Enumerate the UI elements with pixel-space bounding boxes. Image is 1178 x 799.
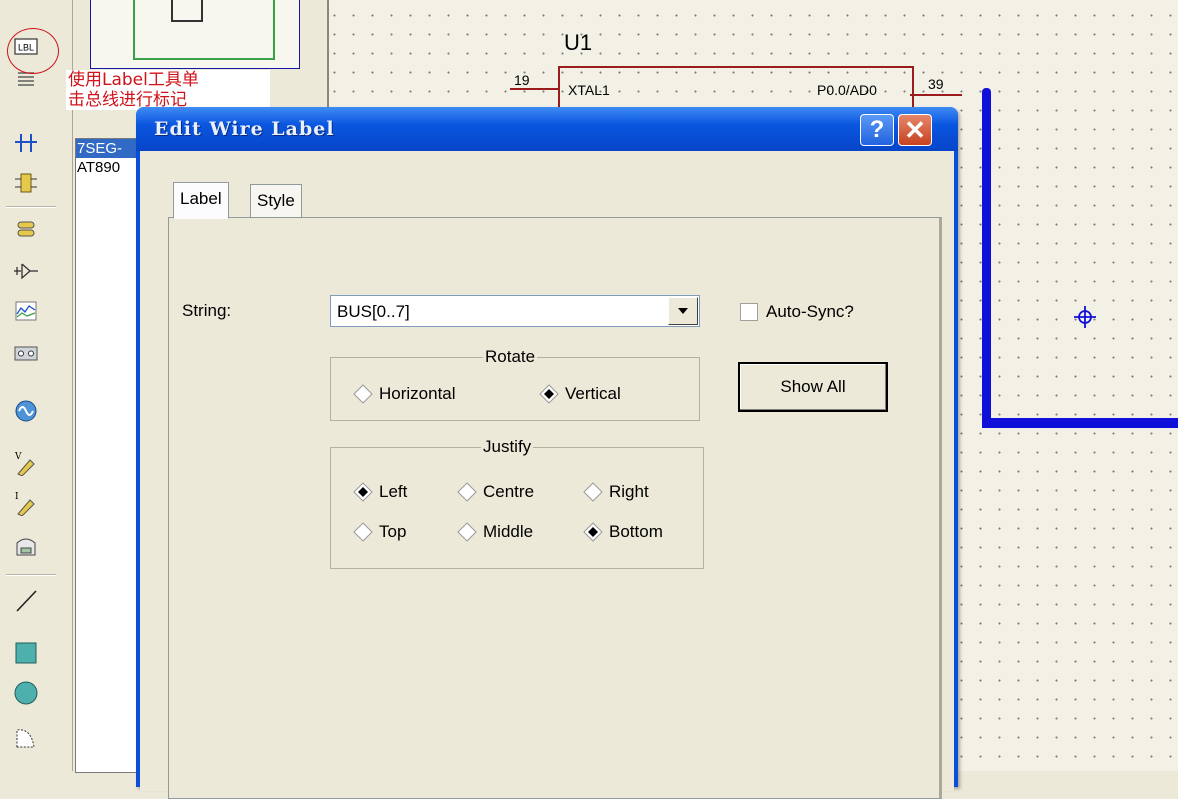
voltage-probe-tool-button[interactable]: V (11, 450, 41, 476)
annotation-note: 使用Label工具单 击总线进行标记 (66, 70, 270, 110)
graph-icon (15, 301, 37, 321)
radio-bottom[interactable]: Bottom (583, 522, 663, 542)
box-icon (15, 642, 37, 664)
edit-wire-label-dialog: Edit Wire Label ? ✕ Label Style String: … (136, 107, 958, 799)
svg-text:I: I (15, 492, 19, 502)
preview-part (171, 0, 203, 22)
radio-diamond-selected-icon (539, 384, 559, 404)
radio-right[interactable]: Right (583, 482, 649, 502)
radio-label: Vertical (565, 384, 621, 403)
show-all-button[interactable]: Show All (738, 362, 888, 412)
string-input[interactable] (335, 300, 659, 324)
pin-number-left: 19 (514, 72, 530, 88)
pin-wire-right (910, 94, 962, 96)
virtual-instrument-tool-button[interactable] (11, 534, 41, 560)
dialog-title: Edit Wire Label (154, 118, 335, 140)
voltage-probe-icon: V (14, 452, 35, 476)
virtual-instrument-icon (16, 538, 36, 556)
pin-tool-button[interactable] (11, 258, 41, 284)
radio-label: Centre (483, 482, 535, 501)
bus-wire-vertical[interactable] (982, 88, 991, 428)
graph-tool-button[interactable] (11, 298, 41, 324)
radio-diamond-icon (457, 482, 477, 502)
generator-tool-button[interactable] (11, 398, 41, 424)
radio-diamond-selected-icon (353, 482, 373, 502)
crosshair-cursor-icon (1074, 306, 1096, 328)
radio-horizontal[interactable]: Horizontal (353, 384, 456, 404)
current-probe-tool-button[interactable]: I (11, 490, 41, 516)
radio-left[interactable]: Left (353, 482, 407, 502)
pin-wire-left (510, 88, 558, 90)
subcircuit-tool-button[interactable] (11, 170, 41, 196)
terminal-icon (17, 221, 35, 237)
radio-diamond-icon (353, 384, 373, 404)
tool-toolbar: LBL V I (0, 0, 73, 771)
tab-label[interactable]: Label (173, 182, 229, 219)
justify-title: Justify (481, 437, 534, 457)
radio-label: Top (379, 522, 407, 541)
arc-tool-button[interactable] (11, 724, 41, 750)
preview-outline (133, 0, 275, 60)
terminal-tool-button[interactable] (11, 216, 41, 242)
string-combobox[interactable] (330, 295, 700, 327)
string-label: String: (182, 301, 232, 320)
help-button[interactable]: ? (860, 114, 894, 146)
radio-vertical[interactable]: Vertical (539, 384, 621, 404)
component-preview (90, 0, 300, 69)
justify-group: Justify Left Centre Right Top Middle Bot… (330, 437, 704, 569)
dialog-titlebar[interactable]: Edit Wire Label ? ✕ (136, 107, 958, 151)
radio-label: Horizontal (379, 384, 456, 403)
svg-text:V: V (14, 452, 22, 462)
annotation-line: 使用Label工具单 (68, 70, 199, 90)
tape-recorder-icon (14, 346, 38, 361)
autosync-checkbox[interactable]: Auto-Sync? (740, 302, 854, 322)
chevron-down-icon (678, 308, 688, 314)
dialog-client: Label Style String: Auto-Sync? Show All … (140, 151, 954, 799)
radio-top[interactable]: Top (353, 522, 406, 542)
device-pin-icon (14, 263, 38, 280)
radio-label: Left (379, 482, 408, 501)
radio-label: Bottom (609, 522, 663, 541)
rotate-group: Rotate Horizontal Vertical (330, 347, 700, 421)
toolbar-separator (6, 574, 56, 576)
arc-icon (16, 729, 35, 748)
current-probe-icon: I (15, 492, 35, 516)
bus-icon (15, 134, 37, 152)
pin-name-right: P0.0/AD0 (817, 82, 877, 98)
circle-tool-button[interactable] (11, 680, 41, 706)
pin-name-left: XTAL1 (568, 82, 610, 98)
radio-label: Right (609, 482, 649, 501)
checkbox-box[interactable] (740, 303, 758, 321)
radio-diamond-icon (353, 522, 373, 542)
annotation-highlight-circle (7, 28, 59, 74)
pin-number-right: 39 (928, 76, 944, 92)
close-button[interactable]: ✕ (898, 114, 932, 146)
generator-icon (15, 400, 37, 422)
radio-diamond-selected-icon (583, 522, 603, 542)
chip-reference: U1 (564, 30, 593, 55)
tab-style[interactable]: Style (250, 184, 302, 217)
subcircuit-icon (15, 173, 37, 193)
toolbar-separator (6, 206, 56, 208)
circle-icon (14, 681, 38, 705)
bus-wire-horizontal[interactable] (982, 418, 1178, 428)
radio-centre[interactable]: Centre (457, 482, 534, 502)
combo-dropdown-button[interactable] (668, 297, 698, 325)
line-tool-button[interactable] (11, 588, 41, 614)
box-tool-button[interactable] (11, 640, 41, 666)
radio-diamond-icon (583, 482, 603, 502)
bus-tool-button[interactable] (11, 130, 41, 156)
tape-tool-button[interactable] (11, 340, 41, 366)
line-icon (16, 590, 37, 612)
radio-diamond-icon (457, 522, 477, 542)
radio-middle[interactable]: Middle (457, 522, 533, 542)
rotate-title: Rotate (483, 347, 538, 367)
radio-label: Middle (483, 522, 534, 541)
autosync-label: Auto-Sync? (766, 302, 854, 321)
